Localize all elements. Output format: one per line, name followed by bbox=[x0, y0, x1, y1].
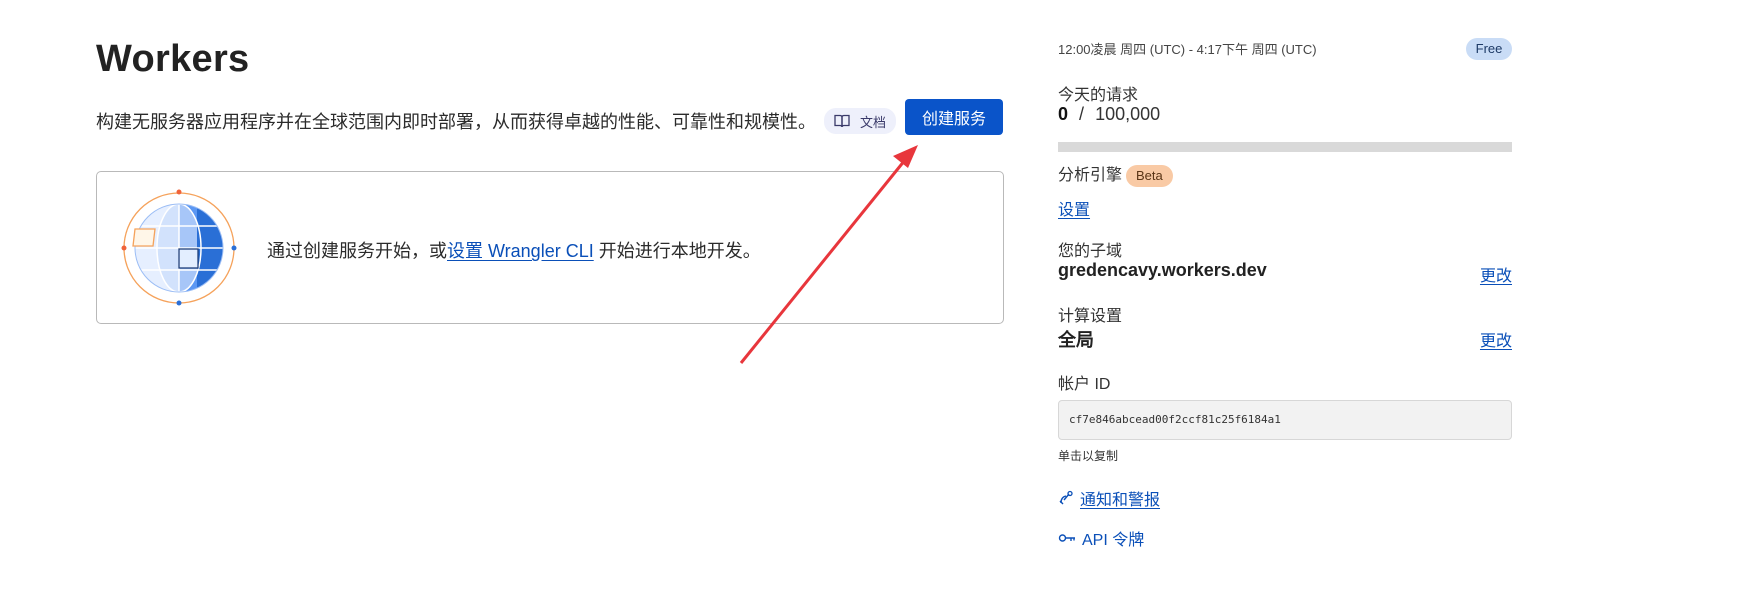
notifications-label[interactable]: 通知和警报 bbox=[1080, 486, 1160, 510]
api-tokens-link[interactable]: API 令牌 bbox=[1058, 526, 1144, 550]
docs-label: 文档 bbox=[860, 114, 887, 130]
page-title: Workers bbox=[96, 38, 250, 80]
requests-value: 0 / 100,000 bbox=[1058, 104, 1160, 125]
analytics-engine-row: 分析引擎 Beta bbox=[1058, 161, 1173, 187]
account-id-label: 帐户 ID bbox=[1058, 376, 1111, 393]
analytics-setup-link[interactable]: 设置 bbox=[1058, 196, 1090, 220]
requests-limit: 100,000 bbox=[1095, 104, 1161, 124]
copy-hint: 单击以复制 bbox=[1058, 449, 1119, 463]
key-icon bbox=[1058, 534, 1075, 542]
subtitle-row: 构建无服务器应用程序并在全球范围内即时部署，从而获得卓越的性能、可靠性和规模性。… bbox=[96, 108, 897, 134]
change-compute-link[interactable]: 更改 bbox=[1480, 327, 1512, 351]
compute-settings-label: 计算设置 bbox=[1058, 308, 1123, 325]
wrangler-cli-link[interactable]: 设置 Wrangler CLI bbox=[447, 241, 594, 261]
get-started-prefix: 通过创建服务开始，或 bbox=[267, 241, 447, 261]
api-tokens-label[interactable]: API 令牌 bbox=[1082, 526, 1144, 550]
subdomain-label: 您的子域 bbox=[1058, 243, 1123, 260]
docs-link[interactable]: 文档 bbox=[824, 108, 897, 134]
subdomain-value: gredencavy.workers.dev bbox=[1058, 260, 1267, 280]
get-started-suffix: 开始进行本地开发。 bbox=[593, 241, 761, 261]
requests-progress-bar bbox=[1058, 142, 1512, 152]
workers-overview-page: Workers 构建无服务器应用程序并在全球范围内即时部署，从而获得卓越的性能、… bbox=[0, 0, 1750, 607]
globe-illustration bbox=[121, 189, 237, 306]
requests-used: 0 bbox=[1058, 104, 1069, 124]
get-started-text: 通过创建服务开始，或设置 Wrangler CLI 开始进行本地开发。 bbox=[267, 237, 761, 263]
change-subdomain-link[interactable]: 更改 bbox=[1480, 262, 1512, 286]
get-started-card: 通过创建服务开始，或设置 Wrangler CLI 开始进行本地开发。 bbox=[96, 171, 1004, 324]
satellite-icon bbox=[1059, 490, 1073, 505]
plan-badge: Free bbox=[1466, 38, 1512, 60]
page-description: 构建无服务器应用程序并在全球范围内即时部署，从而获得卓越的性能、可靠性和规模性。 bbox=[96, 112, 816, 132]
notifications-link[interactable]: 通知和警报 bbox=[1058, 486, 1160, 510]
account-id-field[interactable]: cf7e846abcead00f2ccf81c25f6184a1 bbox=[1058, 400, 1512, 440]
requests-separator: / bbox=[1079, 104, 1085, 124]
beta-badge: Beta bbox=[1126, 164, 1173, 187]
analytics-engine-label: 分析引擎 bbox=[1058, 167, 1123, 184]
requests-label: 今天的请求 bbox=[1058, 87, 1139, 104]
book-icon bbox=[834, 114, 850, 128]
compute-settings-value: 全局 bbox=[1058, 330, 1094, 350]
create-service-button[interactable]: 创建服务 bbox=[905, 99, 1003, 135]
time-range: 12:00凌晨 周四 (UTC) - 4:17下午 周四 (UTC) bbox=[1058, 42, 1317, 57]
